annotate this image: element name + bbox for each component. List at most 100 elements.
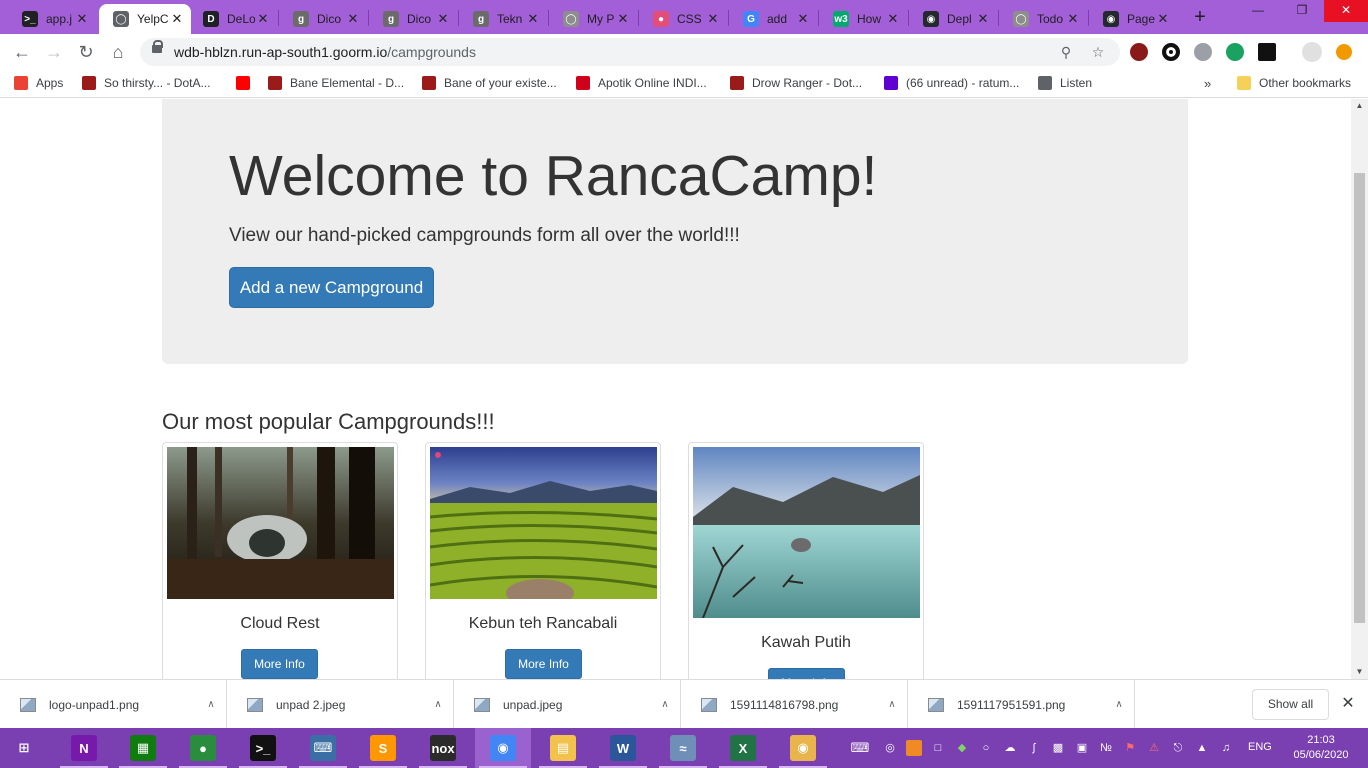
close-tab-icon[interactable]: ✕ <box>1155 11 1171 27</box>
back-icon[interactable]: ← <box>10 40 34 64</box>
extension-grammarly-icon[interactable] <box>1226 43 1244 61</box>
close-tab-icon[interactable]: ✕ <box>705 11 721 27</box>
taskbar-app-word[interactable]: W <box>595 728 651 768</box>
close-tab-icon[interactable]: ✕ <box>885 11 901 27</box>
browser-tab[interactable]: g Tekn ✕ <box>459 4 547 34</box>
download-item[interactable]: unpad 2.jpeg ∧ <box>227 680 454 729</box>
chevron-up-icon[interactable]: ∧ <box>423 699 453 710</box>
taskbar-app-chrome[interactable]: ◉ <box>475 728 531 768</box>
add-campground-button[interactable]: Add a new Campground <box>229 267 434 308</box>
browser-tab[interactable]: Gadd ✕ <box>729 4 817 34</box>
browser-tab[interactable]: ◯ YelpC ✕ <box>99 4 191 34</box>
close-tab-icon[interactable]: ✕ <box>74 11 90 27</box>
tray-network-app-icon[interactable]: ◎ <box>882 740 898 756</box>
tray-app-icon[interactable] <box>906 740 922 756</box>
taskbar-app-store[interactable]: ▦ <box>115 728 171 768</box>
extension-record-icon[interactable] <box>1162 43 1180 61</box>
close-tab-icon[interactable]: ✕ <box>345 11 361 27</box>
minimize-button[interactable]: — <box>1236 0 1280 22</box>
bookmark-item[interactable]: (66 unread) - ratum... <box>884 76 1019 90</box>
more-info-button[interactable]: More Info <box>241 649 318 679</box>
close-window-button[interactable]: ✕ <box>1324 0 1368 22</box>
new-tab-button[interactable]: + <box>1188 5 1212 29</box>
bookmark-item[interactable]: Apotik Online INDI... <box>576 76 707 90</box>
download-item[interactable]: 1591117951591.png ∧ <box>908 680 1135 729</box>
browser-tab[interactable]: w3 How ✕ <box>819 4 907 34</box>
volume-icon[interactable]: ♫ <box>1218 740 1234 756</box>
tray-display-icon[interactable]: ▩ <box>1050 740 1066 756</box>
browser-tab[interactable]: ◉ Page ✕ <box>1089 4 1177 34</box>
more-info-button[interactable]: More Info <box>505 649 582 679</box>
browser-tab[interactable]: D DeLo ✕ <box>189 4 277 34</box>
close-tab-icon[interactable]: ✕ <box>435 11 451 27</box>
more-info-button[interactable]: More Info <box>768 668 845 679</box>
taskbar-app-start[interactable]: ⊞ <box>0 728 48 768</box>
url-text[interactable]: wdb-hblzn.run-ap-south1.goorm.io/campgro… <box>174 44 476 60</box>
home-icon[interactable]: ⌂ <box>106 40 130 64</box>
taskbar-app-sublime[interactable]: S <box>355 728 411 768</box>
chevron-up-icon[interactable]: ∧ <box>877 699 907 710</box>
restore-button[interactable]: ❐ <box>1280 0 1324 22</box>
browser-tab[interactable]: ◯ My P ✕ <box>549 4 637 34</box>
browser-tab[interactable]: >_ app.j ✕ <box>8 4 96 34</box>
update-icon[interactable] <box>1336 44 1352 60</box>
lock-icon[interactable] <box>152 40 163 53</box>
campground-image[interactable] <box>430 447 657 599</box>
bookmark-star-icon[interactable]: ☆ <box>1088 42 1108 62</box>
more-bookmarks-icon[interactable]: » <box>1204 76 1211 91</box>
bookmark-item[interactable]: So thirsty... - DotA... <box>82 76 210 90</box>
browser-tab[interactable]: g Dico ✕ <box>279 4 367 34</box>
browser-tab[interactable]: ◯ Todo ✕ <box>999 4 1087 34</box>
bookmark-item[interactable]: Apps <box>14 76 63 90</box>
download-item[interactable]: logo-unpad1.png ∧ <box>0 680 227 729</box>
tray-window-icon[interactable]: □ <box>930 740 946 756</box>
taskbar-app-paint[interactable]: ◉ <box>775 728 831 768</box>
close-tab-icon[interactable]: ✕ <box>795 11 811 27</box>
language-indicator[interactable]: ENG <box>1248 741 1272 753</box>
wifi-icon[interactable]: ▲ <box>1194 740 1210 756</box>
close-tab-icon[interactable]: ✕ <box>525 11 541 27</box>
taskbar-app-idm[interactable]: ● <box>175 728 231 768</box>
browser-tab[interactable]: ◉ Depl ✕ <box>909 4 997 34</box>
download-item[interactable]: 1591114816798.png ∧ <box>681 680 908 729</box>
chevron-up-icon[interactable]: ∧ <box>650 699 680 710</box>
taskbar-app-keyboard[interactable]: ⌨ <box>295 728 351 768</box>
close-tab-icon[interactable]: ✕ <box>1065 11 1081 27</box>
bookmark-item[interactable]: Bane of your existe... <box>422 76 557 90</box>
browser-tab[interactable]: g Dico ✕ <box>369 4 457 34</box>
reload-icon[interactable]: ↻ <box>74 40 98 64</box>
tray-download-manager-icon[interactable]: ◆ <box>954 740 970 756</box>
download-item[interactable]: unpad.jpeg ∧ <box>454 680 681 729</box>
tray-alert-icon[interactable]: ⚠ <box>1146 740 1162 756</box>
close-tab-icon[interactable]: ✕ <box>255 11 271 27</box>
forward-icon[interactable]: → <box>42 40 66 64</box>
other-bookmarks[interactable]: Other bookmarks <box>1237 76 1351 90</box>
scroll-up-icon[interactable]: ▲ <box>1351 99 1368 113</box>
extension-compass-icon[interactable] <box>1194 43 1212 61</box>
bookmark-item[interactable]: Bane Elemental - D... <box>268 76 404 90</box>
tray-usb-icon[interactable]: ⎋ <box>1170 740 1186 756</box>
taskbar-app-excel[interactable]: X <box>715 728 771 768</box>
extension-terminal-icon[interactable] <box>1258 43 1276 61</box>
browser-tab[interactable]: ● CSS ✕ <box>639 4 727 34</box>
touch-keyboard-icon[interactable]: ⌨ <box>846 740 874 756</box>
campground-image[interactable] <box>167 447 394 599</box>
campground-image[interactable] <box>693 447 920 618</box>
taskbar-app-cmd[interactable]: >_ <box>235 728 291 768</box>
tray-cloud-icon[interactable]: ☁ <box>1002 740 1018 756</box>
taskbar-app-nox[interactable]: nox <box>415 728 471 768</box>
bluetooth-icon[interactable]: ∫ <box>1026 740 1042 756</box>
scroll-thumb[interactable] <box>1354 173 1365 623</box>
tray-disc-icon[interactable]: ○ <box>978 740 994 756</box>
address-bar[interactable]: wdb-hblzn.run-ap-south1.goorm.io/campgro… <box>140 38 1120 66</box>
clock[interactable]: 21:03 05/06/2020 <box>1286 733 1356 763</box>
bookmark-item[interactable] <box>236 76 258 90</box>
page-scrollbar[interactable]: ▲ ▼ <box>1351 99 1368 679</box>
extension-spy-icon[interactable] <box>1130 43 1148 61</box>
zoom-search-icon[interactable]: ⚲ <box>1056 42 1076 62</box>
bookmark-item[interactable]: Listen <box>1038 76 1092 90</box>
close-tab-icon[interactable]: ✕ <box>615 11 631 27</box>
show-all-downloads-button[interactable]: Show all <box>1252 689 1329 720</box>
tray-nvidia-icon[interactable]: № <box>1098 740 1114 756</box>
close-downloads-icon[interactable]: ✕ <box>1338 694 1358 714</box>
